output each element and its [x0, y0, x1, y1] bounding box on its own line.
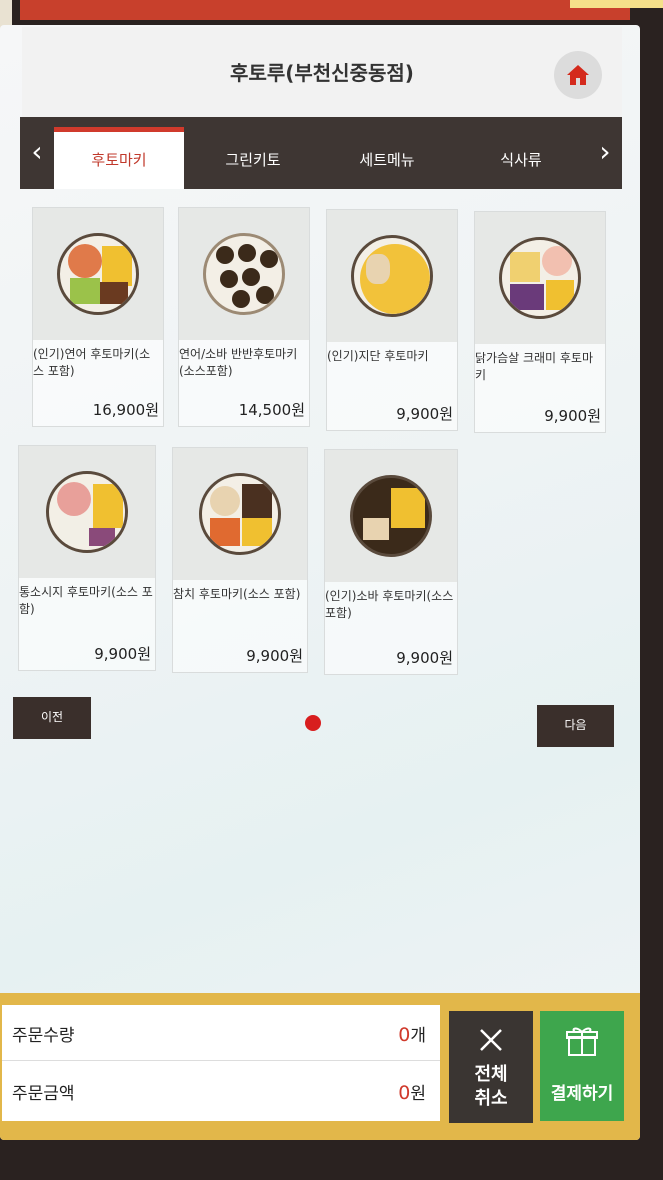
menu-photo	[19, 446, 155, 578]
menu-price: 14,500원	[238, 401, 305, 419]
home-icon	[567, 65, 589, 85]
order-amount-row: 주문금액 0원	[2, 1063, 440, 1119]
pay-label: 결제하기	[550, 1084, 614, 1104]
tab-set-menu[interactable]: 세트메뉴	[322, 127, 452, 189]
menu-name: 닭가슴살 크래미 후토마키	[475, 351, 594, 382]
menu-price: 9,900원	[396, 649, 453, 667]
menu-item[interactable]: (인기)지단 후토마키 9,900원	[326, 209, 458, 431]
menu-item[interactable]: 연어/소바 반반후토마키(소스포함) 14,500원	[178, 207, 310, 427]
menu-photo	[173, 448, 307, 580]
next-page-button[interactable]: 다음	[537, 705, 614, 747]
menu-item[interactable]: 닭가슴살 크래미 후토마키 9,900원	[474, 211, 606, 433]
menu-photo	[327, 210, 457, 342]
order-amount-label: 주문금액	[12, 1084, 75, 1104]
menu-name: 참치 후토마키(소스 포함)	[173, 587, 301, 601]
order-qty-value: 0개	[398, 1024, 426, 1046]
tab-green-kito[interactable]: 그린키토	[188, 127, 318, 189]
prev-page-button[interactable]: 이전	[13, 697, 91, 739]
tab-futomaki[interactable]: 후토마키	[54, 127, 184, 189]
menu-price: 9,900원	[396, 405, 453, 423]
sticky-note	[570, 0, 663, 8]
category-tabbar: ‹ 후토마키 그린키토 세트메뉴 식사류 ›	[20, 117, 622, 189]
tab-meals[interactable]: 식사류	[456, 127, 586, 189]
menu-name: (인기)지단 후토마키	[327, 349, 429, 363]
tab-prev-arrow[interactable]: ‹	[22, 127, 52, 177]
order-summary: 주문수량 0개 주문금액 0원	[2, 1005, 440, 1121]
menu-name: (인기)연어 후토마키(소스 포함)	[33, 347, 151, 378]
menu-photo	[33, 208, 163, 340]
menu-price: 16,900원	[92, 401, 159, 419]
menu-price: 9,900원	[246, 647, 303, 665]
menu-item[interactable]: 참치 후토마키(소스 포함) 9,900원	[172, 447, 308, 673]
top-red-strip	[20, 0, 630, 20]
cancel-all-button[interactable]: 전체 취소	[449, 1011, 533, 1123]
pay-button[interactable]: 결제하기	[540, 1011, 624, 1121]
kiosk-screen: 후토루(부천신중동점) ‹ 후토마키 그린키토 세트메뉴 식사류 › (인기)연…	[0, 25, 640, 1140]
menu-item[interactable]: (인기)연어 후토마키(소스 포함) 16,900원	[32, 207, 164, 427]
order-amount-value: 0원	[398, 1082, 426, 1104]
menu-photo	[475, 212, 605, 344]
menu-photo	[179, 208, 309, 340]
menu-item[interactable]: (인기)소바 후토마키(소스 포함) 9,900원	[324, 449, 458, 675]
tab-next-arrow[interactable]: ›	[590, 127, 620, 177]
page-indicator-dot	[305, 715, 321, 731]
menu-name: (인기)소바 후토마키(소스 포함)	[325, 589, 454, 620]
menu-price: 9,900원	[544, 407, 601, 425]
order-bar: 주문수량 0개 주문금액 0원 전체 취소 결제하기	[0, 993, 640, 1140]
menu-price: 9,900원	[94, 645, 151, 663]
close-icon	[480, 1029, 502, 1051]
cancel-line-2: 취소	[474, 1088, 508, 1109]
menu-name: 통소시지 후토마키(소스 포함)	[19, 585, 153, 616]
home-button[interactable]	[554, 51, 602, 99]
page-title: 후토루(부천신중동점)	[230, 61, 414, 85]
header: 후토루(부천신중동점)	[22, 27, 622, 117]
gift-icon	[566, 1027, 598, 1056]
cancel-line-1: 전체	[474, 1064, 508, 1085]
order-qty-label: 주문수량	[12, 1026, 75, 1046]
menu-item[interactable]: 통소시지 후토마키(소스 포함) 9,900원	[18, 445, 156, 671]
menu-photo	[325, 450, 457, 582]
order-qty-row: 주문수량 0개	[2, 1005, 440, 1061]
menu-name: 연어/소바 반반후토마키(소스포함)	[179, 347, 298, 378]
